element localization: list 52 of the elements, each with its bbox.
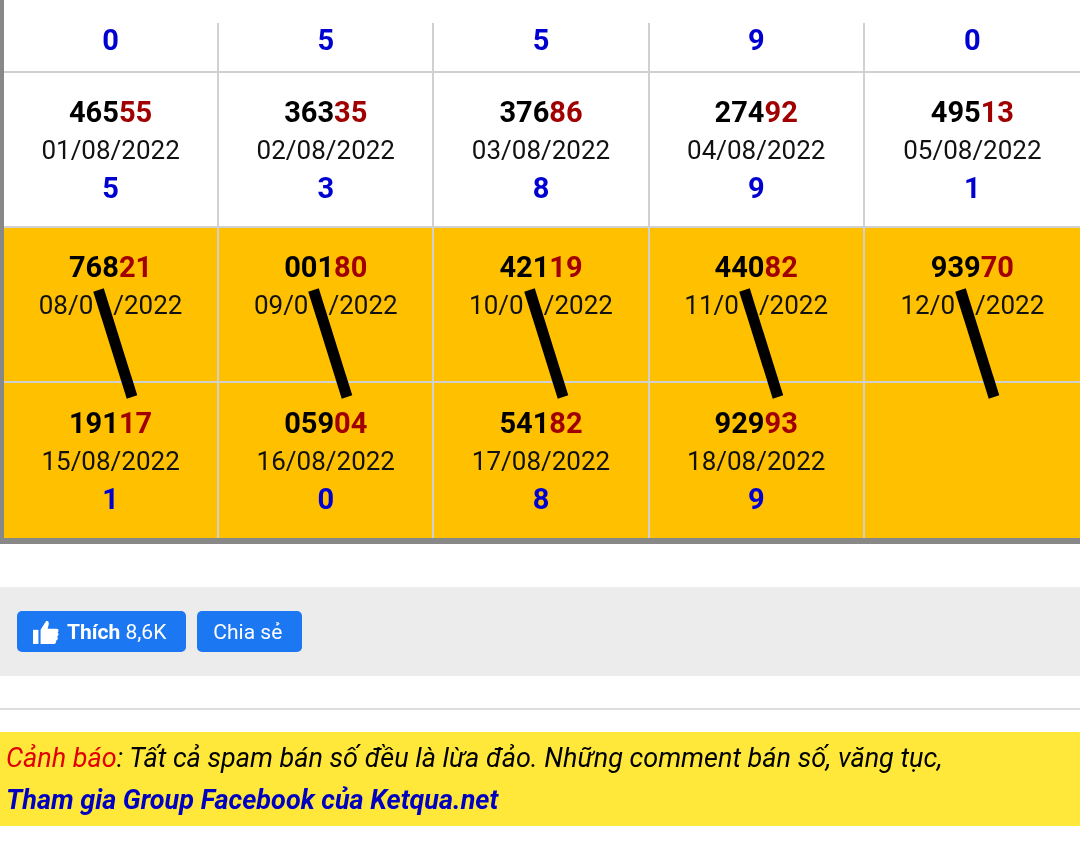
result-number: 05904 (284, 405, 368, 440)
result-date: 18/08/2022 (687, 445, 826, 476)
result-digit: 1 (964, 170, 981, 205)
result-digit: 0 (964, 23, 981, 57)
result-date: /2022 (113, 289, 183, 320)
result-number: 421 19 (499, 249, 583, 284)
result-digit: 3 (317, 170, 335, 205)
result-digit: 8 (532, 481, 550, 516)
result-digit: 8 (532, 170, 550, 205)
result-digit: 0 (102, 23, 119, 57)
result-number: 92993 (714, 405, 798, 440)
result-date: /2022 (758, 289, 829, 320)
result-number: 46555 (69, 94, 153, 129)
result-digit: 0 (317, 481, 335, 516)
result-date: 11/0 (684, 289, 739, 320)
result-digit: 9 (747, 23, 765, 57)
result-date: 17/08/2022 (471, 445, 611, 476)
result-date: /2022 (975, 289, 1045, 320)
result-number: 37686 (499, 94, 583, 129)
result-number: 76821 (69, 249, 153, 284)
result-date: 16/08/2022 (256, 445, 395, 476)
result-date: 01/08/2022 (41, 134, 180, 165)
like-button[interactable]: Thích 8,6K (17, 611, 187, 652)
result-date: 02/08/2022 (256, 134, 395, 165)
result-date: 03/08/2022 (471, 134, 611, 165)
thumbs-up-icon (33, 619, 59, 644)
result-date: 15/08/2022 (41, 445, 180, 476)
result-number: 36335 (284, 94, 368, 129)
result-number: 49513 (930, 94, 1014, 129)
result-number: 541 82 (499, 405, 583, 440)
result-date: 12/0 (900, 289, 956, 320)
result-digit: 9 (747, 170, 765, 205)
result-digit: 5 (532, 23, 550, 57)
result-digit: 9 (747, 481, 765, 516)
result-date: 08/0 (38, 289, 94, 320)
result-number: 44082 (714, 249, 798, 284)
warning-text: Cảnh báo: Tất cả spam bán số đều là lừa đảo. Những comment bán số, văng tục, (6, 741, 944, 776)
result-number: 27492 (714, 94, 798, 129)
result-date: 09/0 (253, 289, 309, 320)
result-date: /2022 (328, 289, 398, 320)
facebook-group-link[interactable]: Tham gia Group Facebook của Ketqua.net (6, 780, 1080, 820)
result-digit: 5 (317, 23, 335, 57)
result-number: 191 17 (69, 405, 153, 440)
result-digit: 5 (102, 170, 119, 205)
result-number: 001 80 (284, 249, 368, 284)
result-date: 10/0 (469, 289, 524, 320)
result-date: /2022 (543, 289, 613, 320)
result-date: 04/08/2022 (687, 134, 826, 165)
result-date: 05/08/2022 (903, 134, 1042, 165)
share-button[interactable]: Chia sẻ (197, 611, 303, 652)
result-digit: 1 (102, 481, 119, 516)
result-number: 93970 (930, 249, 1014, 284)
